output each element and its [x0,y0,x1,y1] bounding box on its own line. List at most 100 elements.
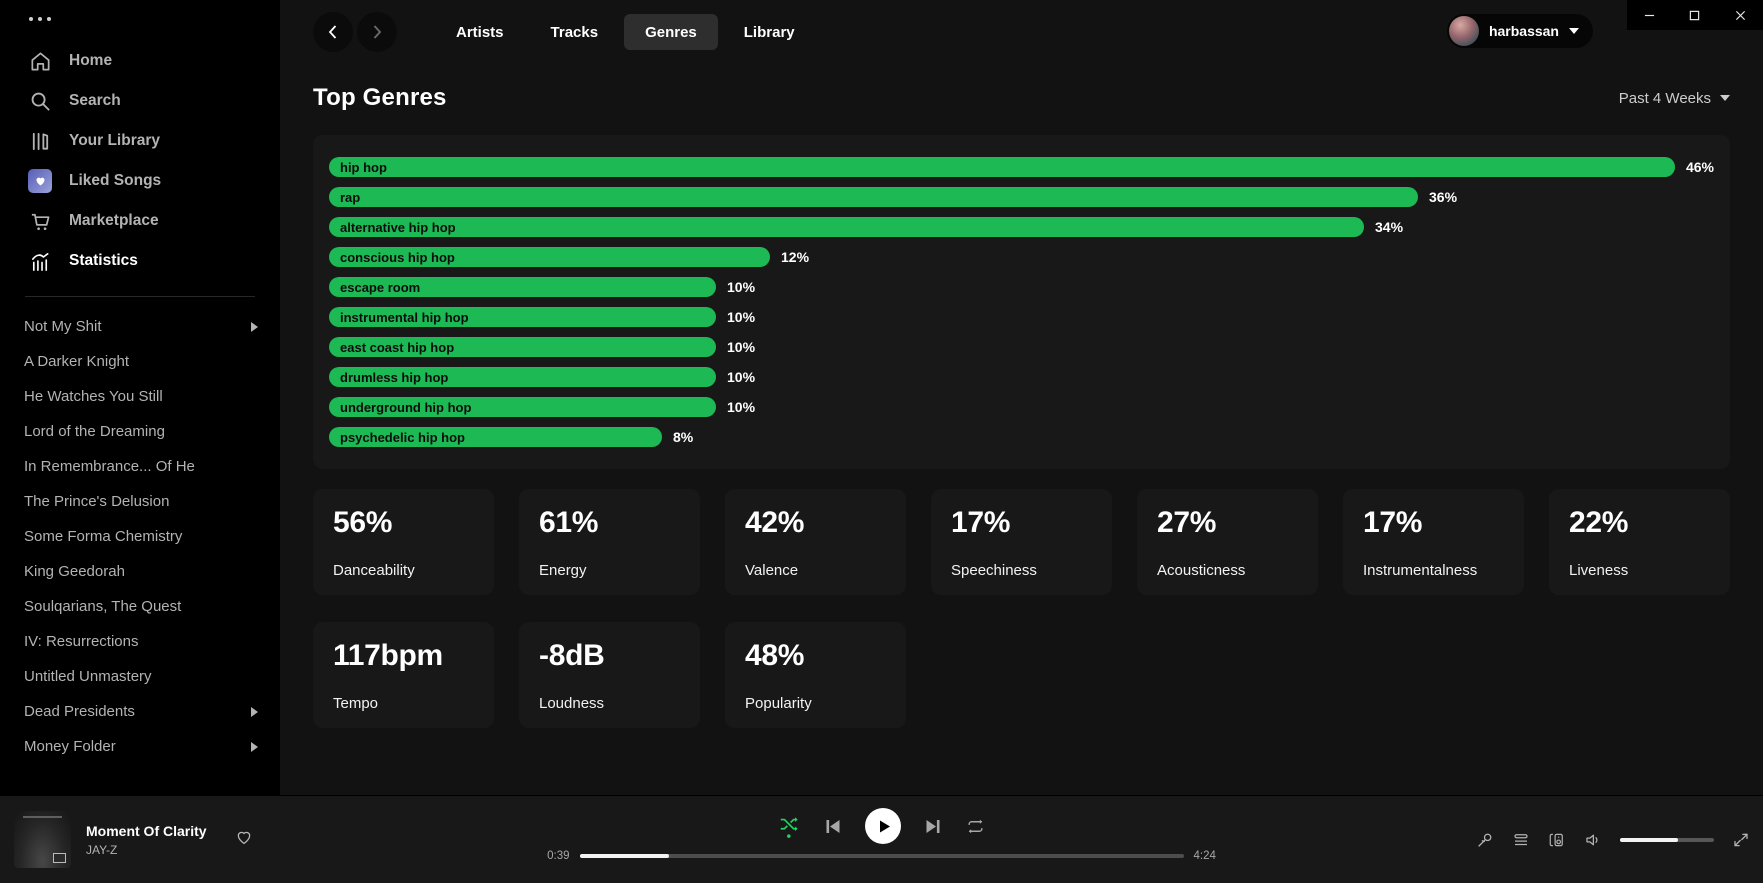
volume-button[interactable] [1584,831,1602,849]
genre-label: escape room [340,280,420,295]
sidebar-item-label: Marketplace [69,212,159,230]
genre-percent-value: 34% [1375,219,1403,235]
skip-back-icon [823,817,842,836]
sidebar-playlist-item[interactable]: Soulqarians, The Quest [0,589,280,624]
stats-tab[interactable]: Genres [624,14,718,50]
track-artist[interactable]: JAY-Z [86,843,207,857]
sidebar-item-your-library[interactable]: Your Library [0,121,280,161]
genre-bar[interactable]: hip hop [329,157,1675,177]
genre-bar[interactable]: rap [329,187,1418,207]
genre-bar[interactable]: drumless hip hop [329,367,716,387]
user-name: harbassan [1489,23,1559,39]
next-track-button[interactable] [924,817,943,836]
volume-icon [1584,831,1602,849]
sidebar-item-search[interactable]: Search [0,81,280,121]
stat-value: -8dB [539,639,680,673]
stat-card: 117bpm Tempo [313,622,494,728]
stat-label: Loudness [539,695,680,712]
sidebar-playlist-item[interactable]: Not My Shit [0,309,280,344]
stat-value: 61% [539,506,680,540]
queue-button[interactable] [1512,831,1530,849]
album-art[interactable] [14,811,71,868]
sidebar-playlist-item[interactable]: Dead Presidents [0,694,280,729]
stat-card: 17% Instrumentalness [1343,489,1524,595]
sidebar-divider [25,296,255,297]
sidebar-playlist-item[interactable]: The Prince's Delusion [0,484,280,519]
genre-bar[interactable]: instrumental hip hop [329,307,716,327]
window-minimize-button[interactable] [1627,0,1672,30]
play-button[interactable] [865,808,901,844]
window-maximize-button[interactable] [1672,0,1717,30]
sidebar-playlist-item[interactable]: He Watches You Still [0,379,280,414]
time-range-dropdown[interactable]: Past 4 Weeks [1619,90,1730,107]
microphone-icon [1476,831,1494,849]
shuffle-button[interactable] [778,813,800,839]
stat-card: 22% Liveness [1549,489,1730,595]
seek-bar[interactable] [580,854,1184,858]
playback-controls [532,805,1232,847]
stat-label: Valence [745,562,886,579]
chevron-left-icon [325,24,341,40]
genre-bar[interactable]: underground hip hop [329,397,716,417]
sidebar-playlist-item[interactable]: Money Folder [0,729,280,764]
sidebar-playlist-item[interactable]: A Darker Knight [0,344,280,379]
sidebar-playlist-item[interactable]: Some Forma Chemistry [0,519,280,554]
sidebar-item-label: Statistics [69,252,138,270]
playlist-name: In Remembrance... Of He [24,458,195,475]
playlist-name: Some Forma Chemistry [24,528,182,545]
nav-forward-button[interactable] [357,12,397,52]
genre-label: east coast hip hop [340,340,454,355]
playlist-name: Soulqarians, The Quest [24,598,181,615]
stats-tab[interactable]: Artists [435,14,525,50]
repeat-button[interactable] [966,817,985,836]
tab-label: Artists [456,24,504,41]
window-close-button[interactable] [1718,0,1763,30]
track-title[interactable]: Moment Of Clarity [86,823,207,839]
genre-bar[interactable]: east coast hip hop [329,337,716,357]
sidebar-item-label: Home [69,52,112,70]
genre-bar-row: drumless hip hop10% [329,362,1714,392]
sidebar-playlist-item[interactable]: In Remembrance... Of He [0,449,280,484]
liked-songs-heart-icon [28,169,52,193]
stats-tab[interactable]: Library [723,14,816,50]
chevron-right-icon [251,322,258,332]
lyrics-button[interactable] [1476,831,1494,849]
stat-label: Energy [539,562,680,579]
stat-card: 48% Popularity [725,622,906,728]
connect-device-button[interactable] [1548,831,1566,849]
time-range-label: Past 4 Weeks [1619,90,1711,107]
sidebar-item-marketplace[interactable]: Marketplace [0,201,280,241]
sidebar-playlist-item[interactable]: King Geedorah [0,554,280,589]
genre-bar[interactable]: escape room [329,277,716,297]
close-icon [1735,10,1746,21]
genre-bar[interactable]: alternative hip hop [329,217,1364,237]
sidebar-item-liked-songs[interactable]: Liked Songs [0,161,280,201]
stats-tab[interactable]: Tracks [530,14,620,50]
sidebar-item-statistics[interactable]: Statistics [0,241,280,281]
genre-label: drumless hip hop [340,370,448,385]
playlist-name: Not My Shit [24,318,102,335]
like-track-button[interactable] [235,828,253,851]
total-time: 4:24 [1194,850,1232,862]
genre-bar[interactable]: conscious hip hop [329,247,770,267]
sidebar-item-home[interactable]: Home [0,41,280,81]
track-meta: Moment Of Clarity JAY-Z [86,823,207,857]
fullscreen-button[interactable] [1732,831,1750,849]
tab-label: Library [744,24,795,41]
playlist-name: IV: Resurrections [24,633,139,650]
genre-bar-row: hip hop46% [329,152,1714,182]
stat-label: Instrumentalness [1363,562,1504,579]
previous-track-button[interactable] [823,817,842,836]
sidebar-playlist-item[interactable]: IV: Resurrections [0,624,280,659]
genre-bar[interactable]: psychedelic hip hop [329,427,662,447]
stat-card: 56% Danceability [313,489,494,595]
volume-slider[interactable] [1620,838,1714,842]
app-menu-icon[interactable] [29,17,280,21]
top-navigation: Artists Tracks Genres Library harbassan [280,0,1763,64]
sidebar-playlist-item[interactable]: Untitled Unmastery [0,659,280,694]
sidebar-playlist-item[interactable]: Lord of the Dreaming [0,414,280,449]
user-menu[interactable]: harbassan [1447,14,1593,48]
genre-bar-row: alternative hip hop 34% [329,212,1714,242]
stat-label: Danceability [333,562,474,579]
nav-back-button[interactable] [313,12,353,52]
